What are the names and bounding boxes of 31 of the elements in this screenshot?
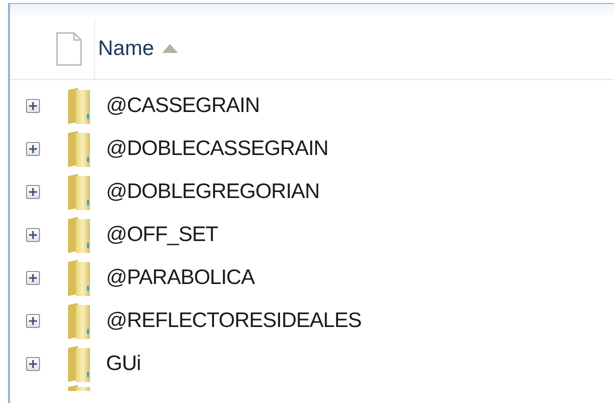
- folder-icon: [66, 130, 92, 166]
- folder-icon: [66, 302, 92, 338]
- plus-icon: [29, 144, 37, 152]
- plus-icon: [29, 230, 37, 238]
- expand-toggle[interactable]: [26, 228, 40, 242]
- expand-toggle[interactable]: [26, 98, 40, 112]
- folder-icon: [66, 216, 92, 252]
- folder-name[interactable]: @PARABOLICA: [106, 262, 254, 294]
- folder-name[interactable]: @DOBLECASSEGRAIN: [106, 132, 328, 164]
- expand-toggle[interactable]: [26, 314, 40, 328]
- plus-icon: [29, 316, 37, 324]
- folder-name[interactable]: @CASSEGRAIN: [106, 90, 260, 122]
- folder-icon: [66, 174, 92, 210]
- file-icon: [56, 32, 82, 66]
- folder-icon: [66, 88, 92, 124]
- folder-icon: [66, 260, 92, 296]
- plus-icon: [29, 188, 37, 196]
- folder-name[interactable]: @DOBLEGREGORIAN: [106, 176, 320, 208]
- name-column-header[interactable]: Name: [95, 18, 178, 79]
- expand-toggle[interactable]: [26, 184, 40, 198]
- folder-name[interactable]: @OFF_SET: [106, 218, 218, 250]
- expand-toggle[interactable]: [26, 356, 40, 370]
- folder-icon: [66, 385, 92, 391]
- plus-icon: [29, 360, 37, 368]
- folder-name[interactable]: @REFLECTORESIDEALES: [106, 304, 362, 336]
- expand-toggle[interactable]: [26, 270, 40, 284]
- plus-icon: [29, 274, 37, 282]
- folder-name[interactable]: GUi: [106, 348, 141, 380]
- plus-icon: [29, 102, 37, 110]
- folder-icon: [66, 346, 92, 382]
- expand-toggle[interactable]: [26, 142, 40, 156]
